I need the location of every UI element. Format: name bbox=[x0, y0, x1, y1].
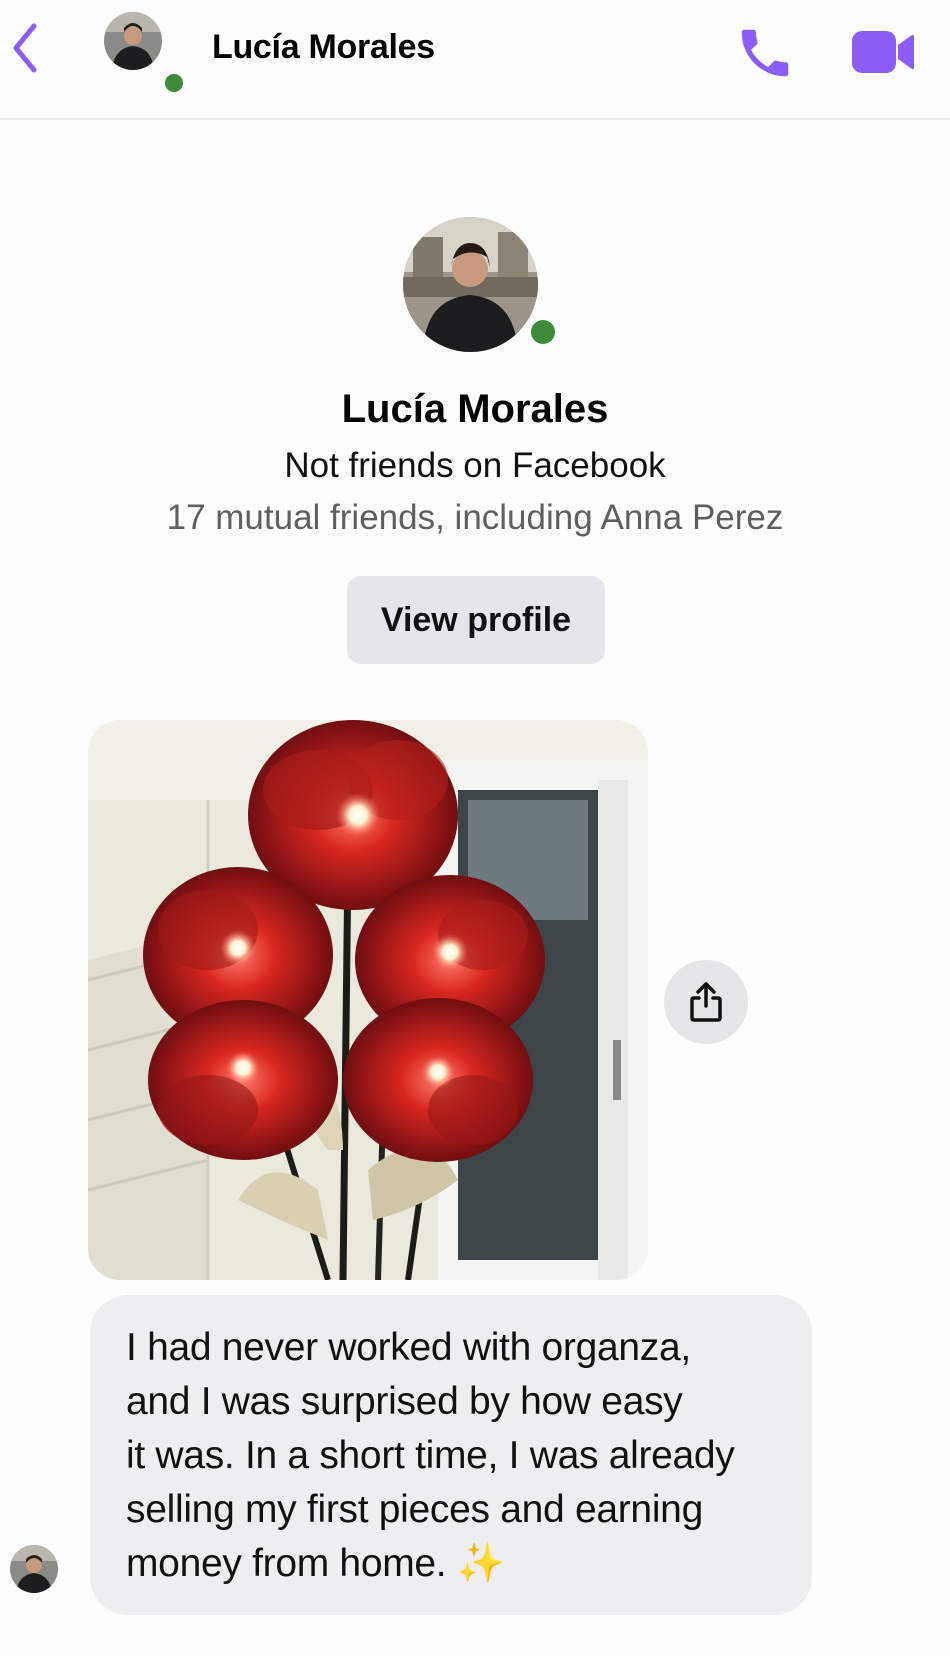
phone-icon bbox=[741, 29, 789, 77]
mutual-friends: 17 mutual friends, including Anna Perez bbox=[166, 498, 784, 537]
message-line: selling my first pieces and earning bbox=[126, 1488, 703, 1531]
profile-avatar[interactable] bbox=[403, 217, 538, 352]
avatar[interactable] bbox=[104, 12, 162, 70]
chevron-left-icon bbox=[13, 23, 37, 73]
message-line: money from home. bbox=[126, 1542, 447, 1585]
conversation-header: Lucía Morales bbox=[0, 0, 950, 120]
audio-call-button[interactable] bbox=[730, 18, 800, 88]
share-icon bbox=[690, 982, 722, 1022]
view-profile-button[interactable]: View profile bbox=[347, 576, 605, 664]
video-camera-icon bbox=[851, 31, 914, 73]
sender-avatar[interactable] bbox=[10, 1545, 58, 1593]
message-line: and I was surprised by how easy bbox=[126, 1380, 683, 1423]
share-button[interactable] bbox=[664, 960, 748, 1044]
message-line-last: money from home. ✨ bbox=[126, 1537, 784, 1591]
contact-name[interactable]: Lucía Morales bbox=[212, 28, 435, 67]
profile-name: Lucía Morales bbox=[341, 387, 609, 431]
message-line: I had never worked with organza, bbox=[126, 1326, 691, 1369]
friendship-status: Not friends on Facebook bbox=[284, 446, 666, 485]
online-indicator bbox=[165, 74, 183, 92]
sparkles-icon: ✨ bbox=[456, 1542, 506, 1585]
message-bubble[interactable]: I had never worked with organza, and I w… bbox=[90, 1295, 812, 1615]
back-button[interactable] bbox=[0, 18, 50, 78]
video-call-button[interactable] bbox=[845, 22, 920, 82]
message-line: it was. In a short time, I was already bbox=[126, 1434, 735, 1477]
online-indicator bbox=[528, 317, 558, 347]
image-message[interactable] bbox=[88, 720, 648, 1280]
